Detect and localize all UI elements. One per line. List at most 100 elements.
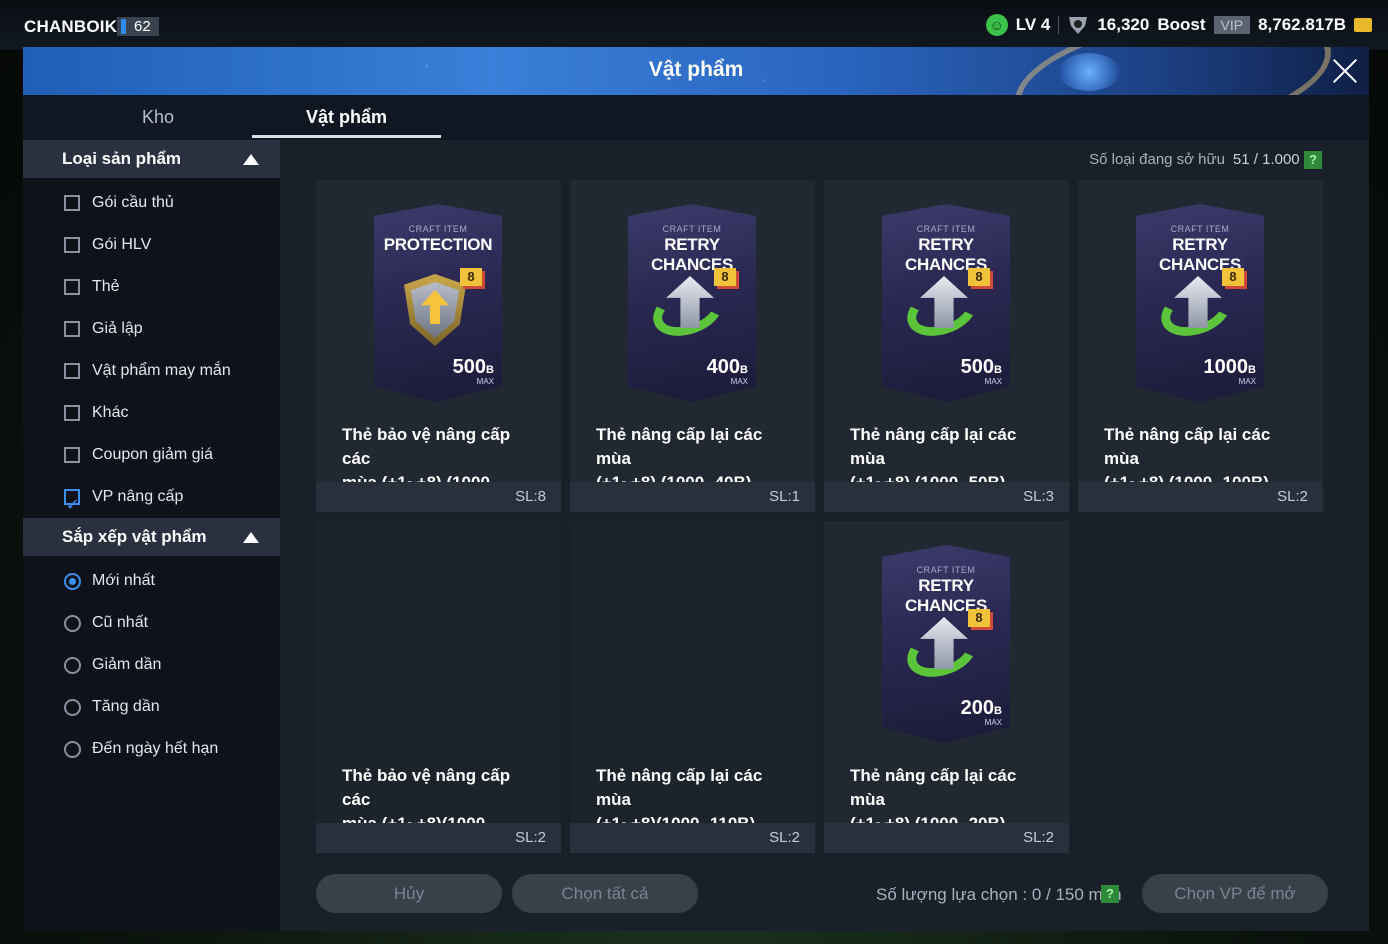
level-value: 62	[134, 18, 151, 35]
item-card[interactable]: CRAFT ITEM RETRY CHANCES 8 400B MAX Thẻ …	[570, 180, 815, 512]
craft-title: RETRY CHANCES	[651, 235, 733, 274]
cancel-button[interactable]: Hủy	[316, 874, 502, 913]
max-label: MAX	[1238, 377, 1256, 386]
item-card[interactable]: CRAFT ITEM RETRY CHANCES 8 1000B MAX Thẻ…	[1078, 180, 1323, 512]
coin-icon	[1354, 18, 1372, 32]
sort-moi-nhat[interactable]: Mới nhất	[23, 560, 280, 602]
currency-stats: ☺ LV 4 16,320 Boost VIP 8,762.817B	[985, 14, 1372, 36]
level-badge: 8	[714, 268, 736, 286]
price-unit: B	[740, 364, 748, 376]
divider	[1058, 16, 1060, 34]
inventory-count: Số loại đang sở hữu 51 / 1.000 cái	[1089, 151, 1323, 168]
radio[interactable]	[64, 657, 81, 674]
price-value: 400	[706, 356, 741, 378]
sort-title: Sắp xếp vật phẩm	[62, 527, 207, 546]
username: CHANBOIK1	[24, 17, 127, 36]
filter-khac[interactable]: Khác	[23, 392, 280, 434]
product-type-header[interactable]: Loại sản phẩm	[23, 140, 280, 178]
craft-item-image: CRAFT ITEM PROTECTION 8 500B MAX	[374, 204, 502, 402]
craft-title: RETRY CHANCES	[905, 235, 987, 274]
craft-label: CRAFT ITEM	[916, 224, 976, 234]
filter-gia-lap[interactable]: Giả lập	[23, 308, 280, 350]
radio-selected[interactable]	[64, 573, 81, 590]
item-card[interactable]: CRAFT ITEM PROTECTION 8 500B MAX Thẻ bảo…	[316, 180, 561, 512]
boost-label[interactable]: Boost	[1157, 15, 1205, 35]
item-name-line: Thẻ bảo vệ nâng cấp các	[342, 766, 511, 809]
radio[interactable]	[64, 699, 81, 716]
price-value: 500	[960, 356, 995, 378]
price-value: 200	[960, 697, 995, 719]
item-card[interactable]: Thẻ nâng cấp lại các mùa(+1~+8)(1000 -11…	[570, 521, 815, 853]
radio[interactable]	[64, 741, 81, 758]
sort-giam-dan[interactable]: Giảm dần	[23, 644, 280, 686]
item-name-line: Thẻ nâng cấp lại các mùa	[596, 766, 763, 809]
max-label: MAX	[984, 377, 1002, 386]
filter-goi-hlv[interactable]: Gói HLV	[23, 224, 280, 266]
checkbox[interactable]	[64, 321, 80, 337]
price-unit: B	[486, 364, 494, 376]
filter-goi-cau-thu[interactable]: Gói cầu thủ	[23, 182, 280, 224]
item-card[interactable]: Thẻ bảo vệ nâng cấp cácmùa (+1~+8)(1000 …	[316, 521, 561, 853]
filter-the[interactable]: Thẻ	[23, 266, 280, 308]
item-name-line: Thẻ nâng cấp lại các mùa	[850, 766, 1017, 809]
checkbox[interactable]	[64, 363, 80, 379]
window-title: Vật phẩm	[648, 58, 744, 81]
sort-tang-dan[interactable]: Tăng dần	[23, 686, 280, 728]
item-name-line: Thẻ nâng cấp lại các mùa	[596, 425, 763, 468]
close-icon[interactable]	[1329, 55, 1361, 87]
item-name-line: Thẻ bảo vệ nâng cấp các	[342, 425, 511, 468]
craft-item-image: CRAFT ITEM RETRY CHANCES 8 200B MAX	[882, 545, 1010, 743]
selection-count: Số lượng lựa chọn : 0 / 150 món	[876, 885, 1122, 904]
sort-cu-nhat[interactable]: Cũ nhất	[23, 602, 280, 644]
filter-label: Thẻ	[92, 278, 120, 295]
filter-coupon[interactable]: Coupon giảm giá	[23, 434, 280, 476]
level-badge: 62	[117, 17, 159, 36]
tab-bar: Kho Vật phẩm	[23, 95, 1369, 140]
checkbox[interactable]	[64, 405, 80, 421]
price-value: 1000	[1203, 356, 1249, 378]
craft-item-image: CRAFT ITEM RETRY CHANCES 8 500B MAX	[882, 204, 1010, 402]
max-label: MAX	[730, 377, 748, 386]
window-header: Vật phẩm	[23, 47, 1369, 95]
points-value: 16,320	[1097, 15, 1150, 34]
checkbox[interactable]	[64, 195, 80, 211]
craft-label: CRAFT ITEM	[662, 224, 722, 234]
item-card[interactable]: CRAFT ITEM RETRY CHANCES 8 500B MAX Thẻ …	[824, 180, 1069, 512]
level-badge: 8	[968, 609, 990, 627]
help-icon[interactable]: ?	[1101, 885, 1119, 903]
item-card[interactable]: CRAFT ITEM RETRY CHANCES 8 200B MAX Thẻ …	[824, 521, 1069, 853]
item-quantity: SL:3	[824, 482, 1069, 512]
vip-badge[interactable]: VIP	[1213, 16, 1251, 34]
filter-vp-nang-cap[interactable]: VP nâng cấp	[23, 476, 280, 527]
checkbox[interactable]	[64, 447, 80, 463]
filter-label: Giả lập	[92, 320, 143, 337]
items-window: Vật phẩm Kho Vật phẩm Loại sản phẩm Gói …	[23, 47, 1369, 931]
sort-header[interactable]: Sắp xếp vật phẩm	[23, 518, 280, 556]
checkbox-checked[interactable]	[64, 485, 80, 527]
price-label: 500B	[961, 356, 1002, 379]
select-all-button[interactable]: Chọn tất cả	[512, 874, 698, 913]
product-type-title: Loại sản phẩm	[62, 149, 182, 168]
tab-vat-pham[interactable]: Vật phẩm	[252, 95, 441, 140]
checkbox[interactable]	[64, 279, 80, 295]
price-value: 500	[452, 356, 487, 378]
craft-item-image: CRAFT ITEM RETRY CHANCES 8 1000B MAX	[1136, 204, 1264, 402]
level-flag-icon	[121, 19, 126, 34]
radio[interactable]	[64, 615, 81, 632]
tab-kho[interactable]: Kho	[88, 95, 228, 140]
sort-het-han[interactable]: Đến ngày hết hạn	[23, 728, 280, 770]
price-label: 200B	[961, 697, 1002, 720]
filter-vat-pham-may-man[interactable]: Vật phẩm may mắn	[23, 350, 280, 392]
item-quantity: SL:2	[824, 823, 1069, 853]
filter-label: VP nâng cấp	[92, 488, 184, 505]
level-badge: 8	[968, 268, 990, 286]
craft-title: RETRY CHANCES	[905, 576, 987, 615]
item-name-line: Thẻ nâng cấp lại các mùa	[850, 425, 1017, 468]
item-quantity: SL:2	[1078, 482, 1323, 512]
craft-label: CRAFT ITEM	[1170, 224, 1230, 234]
checkbox[interactable]	[64, 237, 80, 253]
help-icon[interactable]: ?	[1304, 151, 1322, 169]
smile-icon: ☺	[985, 14, 1008, 36]
price-unit: B	[1248, 364, 1256, 376]
open-items-button[interactable]: Chọn VP để mở	[1142, 874, 1328, 913]
